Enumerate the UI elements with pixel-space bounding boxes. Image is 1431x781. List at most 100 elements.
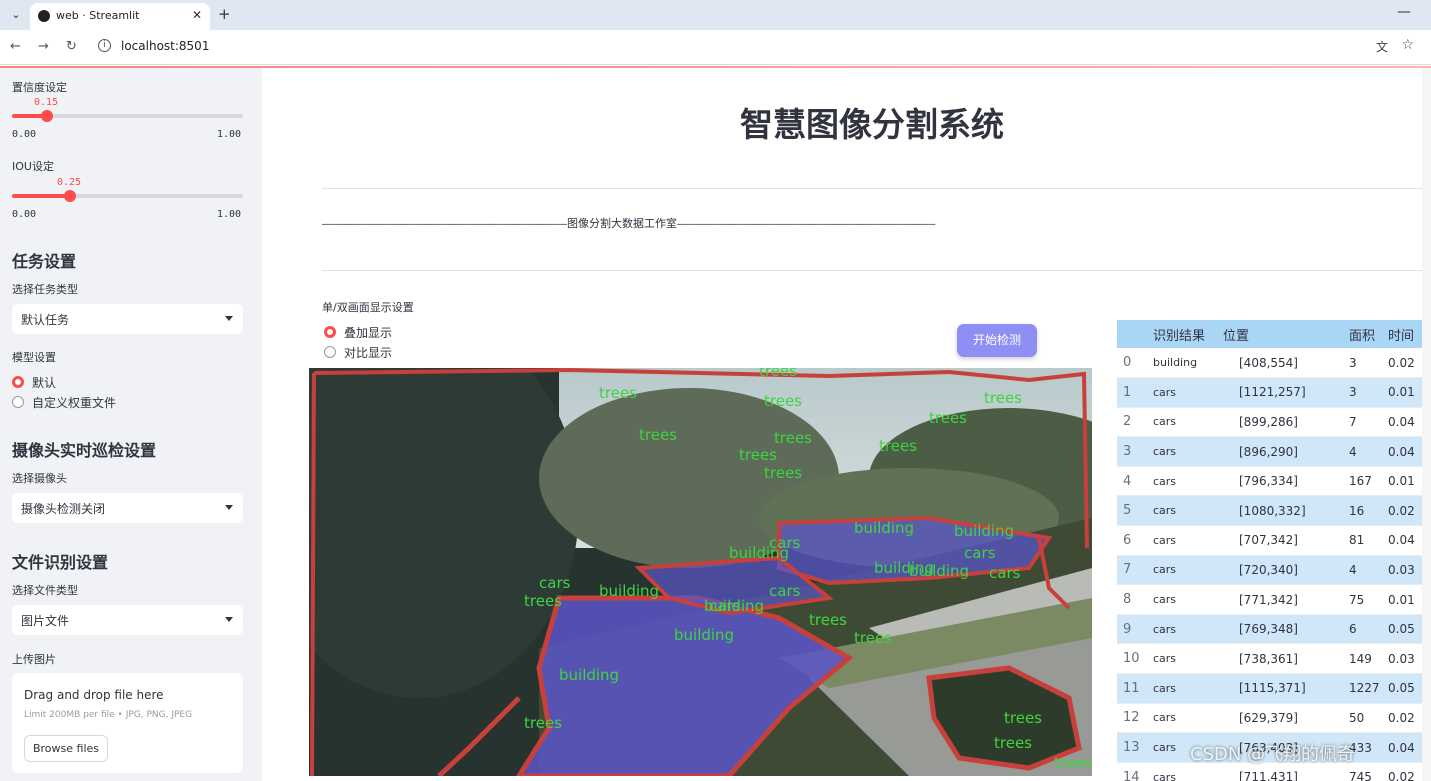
tab-search-icon[interactable]: ⌄ — [6, 6, 26, 24]
table-row[interactable]: 9 cars [769,348] 6 0.05 — [1117, 614, 1422, 645]
table-row[interactable]: 12 cars [629,379] 50 0.02 — [1117, 703, 1422, 734]
overlay-label: trees — [599, 384, 637, 402]
table-row[interactable]: 2 cars [899,286] 7 0.04 — [1117, 407, 1422, 438]
table-row[interactable]: 1 cars [1121,257] 3 0.01 — [1117, 377, 1422, 408]
back-icon[interactable]: ← — [10, 39, 21, 54]
overlay-label: cars — [769, 534, 801, 552]
file-section-heading: 文件识别设置 — [12, 553, 109, 572]
row-position: [720,340] — [1217, 555, 1343, 586]
iou-slider-thumb[interactable] — [63, 190, 76, 202]
browse-files-button[interactable]: Browse files — [24, 735, 108, 762]
radio-selected-icon[interactable] — [324, 326, 336, 338]
row-position: [1121,257] — [1217, 377, 1343, 408]
confidence-slider[interactable] — [12, 110, 243, 122]
row-time: 0.03 — [1382, 555, 1422, 586]
results-table[interactable]: 识别结果 位置 面积 时间 0 building [408,554] 3 0.02 1 ca… — [1117, 320, 1422, 781]
info-icon[interactable]: i — [98, 39, 111, 52]
page-scrollbar[interactable] — [1422, 68, 1431, 781]
row-class: cars — [1147, 643, 1217, 675]
row-area: 3 — [1343, 348, 1382, 379]
confidence-slider-thumb[interactable] — [40, 110, 53, 122]
tab-title: web · Streamlit — [56, 9, 140, 22]
camera-select[interactable]: 摄像头检测关闭 — [12, 493, 243, 523]
translate-icon[interactable]: 文 — [1376, 38, 1388, 55]
file-type-select[interactable]: 图片文件 — [12, 605, 243, 635]
row-time: 0.01 — [1382, 377, 1422, 408]
radio-unselected-icon[interactable] — [12, 396, 24, 408]
table-row[interactable]: 3 cars [896,290] 4 0.04 — [1117, 436, 1422, 467]
row-index: 9 — [1117, 614, 1147, 645]
task-type-label: 选择任务类型 — [12, 283, 78, 296]
overlay-label: cars — [769, 582, 801, 600]
row-area: 1227 — [1343, 673, 1382, 704]
row-index: 1 — [1117, 377, 1147, 408]
row-area: 16 — [1343, 495, 1382, 527]
table-header-row: 识别结果 位置 面积 时间 — [1117, 320, 1422, 348]
file-uploader-dropzone[interactable]: Drag and drop file here Limit 200MB per … — [12, 673, 243, 773]
column-header-area[interactable]: 面积 — [1343, 320, 1382, 348]
browser-tab[interactable]: web · Streamlit ✕ — [30, 3, 210, 30]
divider — [322, 188, 1422, 189]
overlay-label: trees — [854, 629, 892, 647]
row-index: 6 — [1117, 525, 1147, 556]
row-area: 7 — [1343, 407, 1382, 438]
column-header-result[interactable]: 识别结果 — [1147, 320, 1217, 348]
overlay-label: trees — [764, 392, 802, 410]
url-text[interactable]: localhost:8501 — [121, 39, 209, 53]
overlay-label: building — [674, 626, 734, 644]
address-bar: ← → ↻ i localhost:8501 文 ☆ — [0, 30, 1431, 65]
row-class: cars — [1147, 584, 1217, 615]
segmentation-result-image: building building building building buil… — [309, 368, 1092, 776]
radio-unselected-icon[interactable] — [324, 346, 336, 358]
table-row[interactable]: 10 cars [738,361] 149 0.03 — [1117, 643, 1422, 675]
row-position: [1080,332] — [1217, 495, 1343, 527]
row-time: 0.04 — [1382, 525, 1422, 556]
url-field[interactable]: i localhost:8501 文 ☆ — [94, 35, 1424, 60]
column-header-time[interactable]: 时间 — [1382, 320, 1422, 348]
iou-slider[interactable] — [12, 190, 243, 202]
iou-min: 0.00 — [12, 209, 37, 220]
table-row[interactable]: 11 cars [1115,371] 1227 0.05 — [1117, 673, 1422, 704]
row-position: [769,348] — [1217, 614, 1343, 645]
table-row[interactable]: 4 cars [796,334] 167 0.01 — [1117, 466, 1422, 497]
reload-icon[interactable]: ↻ — [66, 39, 77, 54]
camera-label: 选择摄像头 — [12, 472, 67, 485]
row-index: 13 — [1117, 732, 1147, 763]
row-time: 0.01 — [1382, 466, 1422, 497]
close-icon[interactable]: ✕ — [192, 8, 202, 22]
row-index: 2 — [1117, 407, 1147, 438]
row-area: 81 — [1343, 525, 1382, 556]
task-type-value: 默认任务 — [21, 313, 70, 327]
radio-selected-icon[interactable] — [12, 376, 24, 388]
upload-title: Drag and drop file here — [24, 688, 164, 702]
table-row[interactable]: 8 cars [771,342] 75 0.01 — [1117, 584, 1422, 615]
column-header-position[interactable]: 位置 — [1217, 320, 1343, 348]
row-position: [896,290] — [1217, 436, 1343, 467]
task-section-heading: 任务设置 — [12, 252, 77, 271]
row-position: [408,554] — [1217, 348, 1343, 379]
column-header-index[interactable] — [1117, 320, 1147, 348]
row-area: 167 — [1343, 466, 1382, 497]
forward-icon[interactable]: → — [38, 39, 49, 54]
table-row[interactable]: 5 cars [1080,332] 16 0.02 — [1117, 495, 1422, 527]
row-time: 0.05 — [1382, 673, 1422, 704]
task-type-select[interactable]: 默认任务 — [12, 304, 243, 334]
table-row[interactable]: 6 cars [707,342] 81 0.04 — [1117, 525, 1422, 556]
divider — [322, 270, 1422, 271]
browser-tab-bar: ⌄ web · Streamlit ✕ + — — [0, 0, 1431, 30]
row-position: [738,361] — [1217, 643, 1343, 675]
display-mode-label: 单/双画面显示设置 — [322, 301, 414, 314]
new-tab-icon[interactable]: + — [218, 5, 231, 23]
minimize-icon[interactable]: — — [1397, 4, 1411, 20]
row-time: 0.02 — [1382, 495, 1422, 527]
overlay-label: building — [599, 582, 659, 600]
table-row[interactable]: 7 cars [720,340] 4 0.03 — [1117, 555, 1422, 586]
overlay-label: trees — [524, 714, 562, 732]
table-row[interactable]: 0 building [408,554] 3 0.02 — [1117, 348, 1422, 379]
row-area: 6 — [1343, 614, 1382, 645]
camera-value: 摄像头检测关闭 — [21, 502, 106, 516]
file-type-value: 图片文件 — [21, 614, 70, 628]
start-detection-button[interactable]: 开始检测 — [957, 324, 1037, 357]
row-area: 3 — [1343, 377, 1382, 408]
bookmark-star-icon[interactable]: ☆ — [1401, 37, 1414, 53]
